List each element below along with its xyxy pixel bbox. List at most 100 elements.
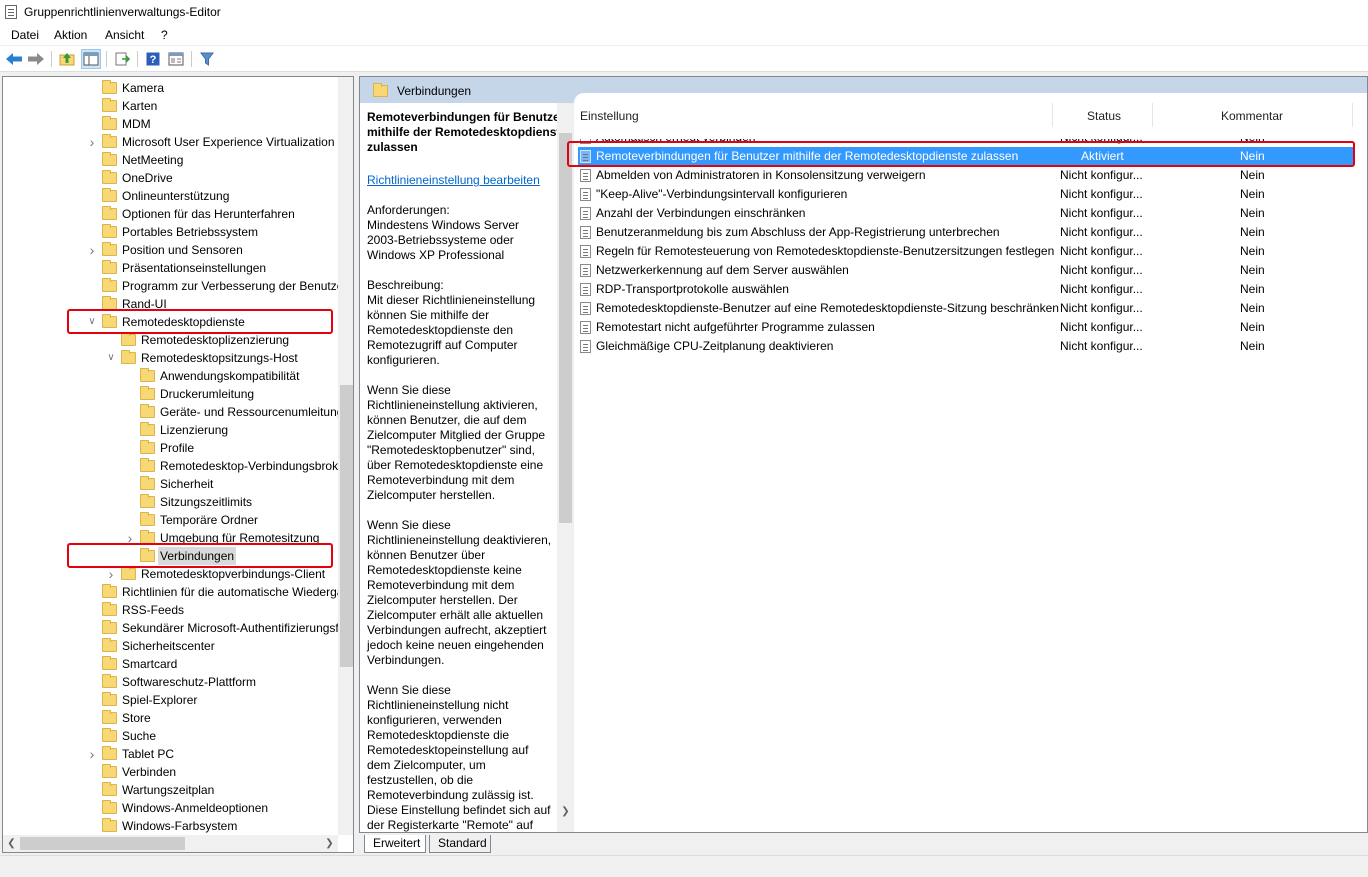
tree-hscroll-thumb[interactable] (20, 837, 185, 850)
description-scrollbar[interactable]: ❯ (557, 103, 574, 832)
setting-row[interactable]: "Keep-Alive"-Verbindungsintervall konfig… (574, 185, 1359, 204)
setting-row[interactable]: Netzwerkerkennung auf dem Server auswähl… (574, 261, 1359, 280)
setting-row[interactable]: RDP-Transportprotokolle auswählen Nicht k… (574, 280, 1359, 299)
tree-item[interactable]: Spiel-Explorer (3, 691, 338, 709)
folder-icon (102, 674, 117, 688)
setting-row[interactable]: Remotedesktopdienste-Benutzer auf eine R… (574, 299, 1359, 318)
tree-item[interactable]: Sicherheit (3, 475, 338, 493)
setting-row[interactable]: Automatisch erneut verbinden Nicht konfig… (574, 130, 1359, 147)
tree-item[interactable]: ∨ Remotedesktopdienste (3, 313, 338, 331)
tree-item[interactable]: Kamera (3, 79, 338, 97)
scroll-left-icon[interactable]: ❮ (3, 835, 20, 852)
tree-item[interactable]: Store (3, 709, 338, 727)
setting-row[interactable]: Benutzeranmeldung bis zum Abschluss der … (574, 223, 1359, 242)
chevron-right-icon[interactable]: › (86, 133, 98, 151)
setting-row[interactable]: Anzahl der Verbindungen einschränken Nich… (574, 204, 1359, 223)
chevron-right-icon[interactable]: › (86, 745, 98, 763)
chevron-right-icon[interactable]: › (124, 529, 136, 547)
tree-item[interactable]: Windows-Anmeldeoptionen (3, 799, 338, 817)
up-folder-icon[interactable] (57, 49, 77, 69)
tree-item[interactable]: Druckerumleitung (3, 385, 338, 403)
tree-horizontal-scrollbar[interactable]: ❮ ❯ (3, 835, 338, 852)
tree-item[interactable]: MDM (3, 115, 338, 133)
tree-item-label: Wartungszeitplan (122, 783, 215, 797)
tree-item[interactable]: › Remotedesktopverbindungs-Client (3, 565, 338, 583)
edit-policy-link[interactable]: Richtlinieneinstellung bearbeiten (367, 173, 540, 187)
tree-item[interactable]: Wartungszeitplan (3, 781, 338, 799)
tree-item[interactable]: Programm zur Verbesserung der Benutzer (3, 277, 347, 295)
filter-icon[interactable] (197, 49, 217, 69)
setting-row[interactable]: Remotestart nicht aufgeführter Programme… (574, 318, 1359, 337)
tree-item[interactable]: Smartcard (3, 655, 338, 673)
chevron-down-icon[interactable]: ∨ (105, 349, 117, 367)
tree-item[interactable]: Onlineunterstützung (3, 187, 338, 205)
export-list-icon[interactable] (112, 49, 132, 69)
policy-setting-icon (580, 188, 591, 201)
tree-item[interactable]: › Position und Sensoren (3, 241, 338, 259)
tree-item[interactable]: › Tablet PC (3, 745, 338, 763)
menu-aktion[interactable]: Aktion (54, 28, 87, 42)
description-scroll-thumb[interactable] (559, 133, 572, 523)
tree-item[interactable]: Anwendungskompatibilität (3, 367, 338, 385)
menu-datei[interactable]: Datei (11, 28, 39, 42)
tree-item[interactable]: › Umgebung für Remotesitzung (3, 529, 338, 547)
tree-item[interactable]: Richtlinien für die automatische Wiederg… (3, 583, 353, 601)
tree-item[interactable]: Präsentationseinstellungen (3, 259, 338, 277)
tree-item[interactable]: Sitzungszeitlimits (3, 493, 338, 511)
tree-item[interactable]: Softwareschutz-Plattform (3, 673, 338, 691)
show-hide-tree-icon[interactable] (81, 49, 101, 69)
column-header-comment[interactable]: Kommentar (1221, 109, 1283, 123)
column-header-setting[interactable]: Einstellung (580, 109, 639, 123)
tree-item[interactable]: NetMeeting (3, 151, 338, 169)
back-icon[interactable] (4, 49, 24, 69)
tree-item[interactable]: › Microsoft User Experience Virtualizatio… (3, 133, 338, 151)
setting-row[interactable]: Regeln für Remotesteuerung von Remotedes… (574, 242, 1359, 261)
tree-vertical-scrollbar[interactable] (338, 77, 353, 835)
toolbar: ? (0, 46, 1368, 72)
scroll-right-icon[interactable]: ❯ (321, 835, 338, 852)
tree-item[interactable]: ∨ Remotedesktopsitzungs-Host (3, 349, 338, 367)
setting-comment: Nein (1240, 339, 1265, 353)
tree-item[interactable]: Temporäre Ordner (3, 511, 338, 529)
tab-erweitert[interactable]: Erweitert (364, 835, 426, 853)
tab-standard[interactable]: Standard (429, 835, 491, 853)
help-icon[interactable]: ? (143, 49, 163, 69)
tree-item[interactable]: Remotedesktop-Verbindungsbroker (3, 457, 349, 475)
tree-item[interactable]: Verbindungen (3, 547, 338, 565)
chevron-right-icon[interactable]: › (105, 565, 117, 583)
tree-scroll-thumb[interactable] (340, 385, 353, 667)
tree-item[interactable]: Optionen für das Herunterfahren (3, 205, 338, 223)
tree-item[interactable]: Portables Betriebssystem (3, 223, 338, 241)
forward-icon[interactable] (26, 49, 46, 69)
folder-icon (102, 710, 117, 724)
tree-item[interactable]: Rand-UI (3, 295, 338, 313)
setting-row[interactable]: Gleichmäßige CPU-Zeitplanung deaktiviere… (574, 337, 1359, 356)
policy-tree[interactable]: Kamera Karten MDM › Microsoft User Experienc… (2, 76, 354, 853)
chevron-right-icon[interactable]: › (86, 241, 98, 259)
setting-row[interactable]: Abmelden von Administratoren in Konsolen… (574, 166, 1359, 185)
folder-icon (102, 800, 117, 814)
policy-setting-icon (580, 139, 591, 144)
tree-item[interactable]: Geräte- und Ressourcenumleitung (3, 403, 343, 421)
menu-ansicht[interactable]: Ansicht (105, 28, 144, 42)
tree-item[interactable]: Verbinden (3, 763, 338, 781)
setting-comment: Nein (1240, 130, 1265, 144)
tree-item[interactable]: Suche (3, 727, 338, 745)
tree-item[interactable]: RSS-Feeds (3, 601, 338, 619)
properties-icon[interactable] (166, 49, 186, 69)
chevron-down-icon[interactable]: ∨ (86, 313, 98, 331)
tree-item[interactable]: Karten (3, 97, 338, 115)
tree-item[interactable]: Windows-Farbsystem (3, 817, 338, 835)
scroll-down-icon[interactable]: ❯ (557, 803, 574, 820)
tree-item[interactable]: Lizenzierung (3, 421, 338, 439)
column-header-status[interactable]: Status (1087, 109, 1121, 123)
tree-item[interactable]: OneDrive (3, 169, 338, 187)
menu-help[interactable]: ? (161, 28, 168, 42)
tree-item[interactable]: Profile (3, 439, 338, 457)
tree-item-label: MDM (122, 117, 151, 131)
tree-item[interactable]: Sekundärer Microsoft-Authentifizierungsf… (3, 619, 353, 637)
menu-bar: Datei Aktion Ansicht ? (0, 25, 1368, 45)
tree-item[interactable]: Remotedesktoplizenzierung (3, 331, 338, 349)
setting-row[interactable]: Remoteverbindungen für Benutzer mithilfe… (578, 147, 1353, 166)
tree-item[interactable]: Sicherheitscenter (3, 637, 338, 655)
